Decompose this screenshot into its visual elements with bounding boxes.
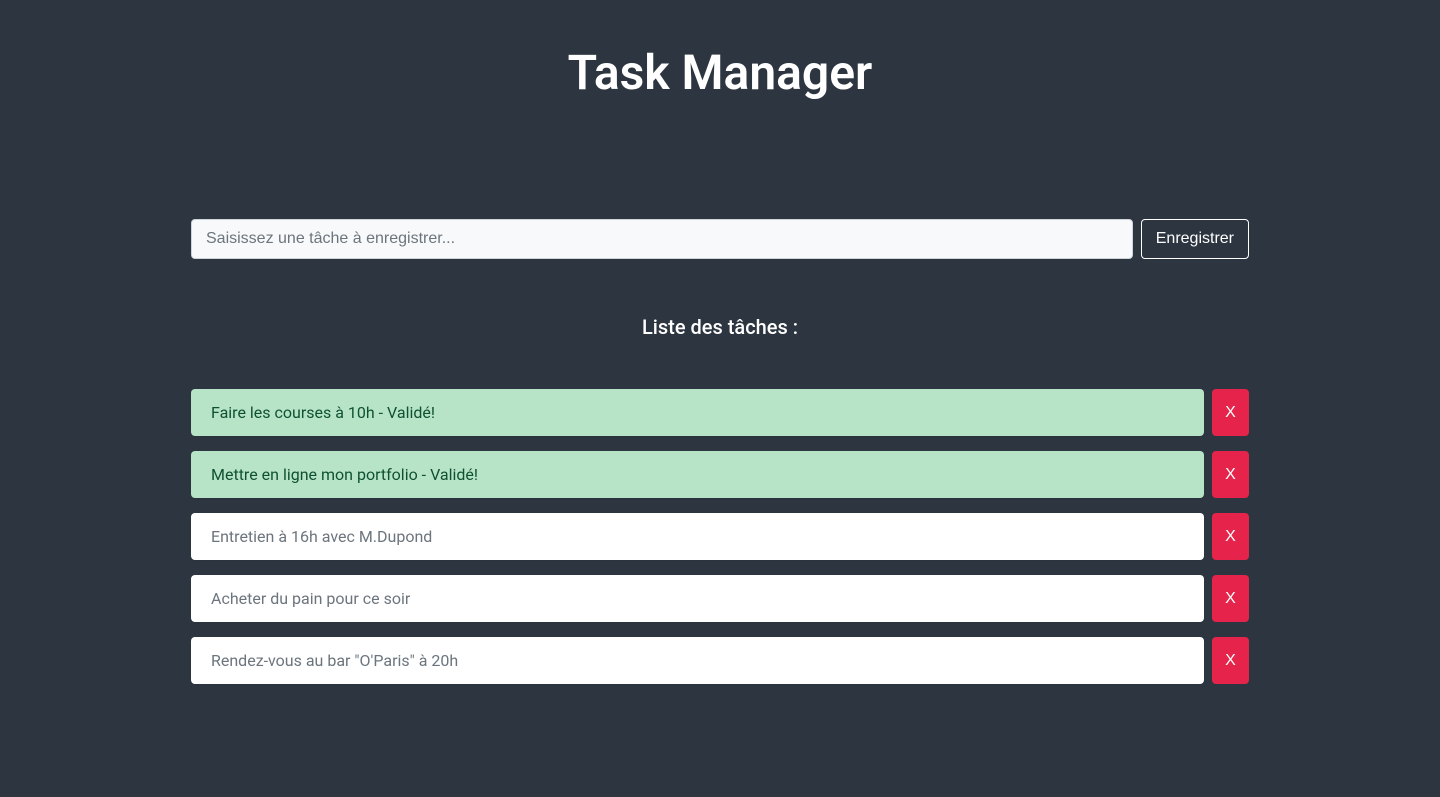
task-row: Rendez-vous au bar "O'Paris" à 20hX (191, 637, 1249, 684)
delete-button[interactable]: X (1212, 513, 1249, 560)
task-card[interactable]: Acheter du pain pour ce soir (191, 575, 1204, 622)
task-card[interactable]: Entretien à 16h avec M.Dupond (191, 513, 1204, 560)
delete-button[interactable]: X (1212, 575, 1249, 622)
task-row: Acheter du pain pour ce soirX (191, 575, 1249, 622)
save-button[interactable]: Enregistrer (1141, 219, 1249, 259)
task-row: Faire les courses à 10h - Validé!X (191, 389, 1249, 436)
task-input-row: Enregistrer (191, 219, 1249, 259)
task-card[interactable]: Rendez-vous au bar "O'Paris" à 20h (191, 637, 1204, 684)
delete-button[interactable]: X (1212, 389, 1249, 436)
task-list: Faire les courses à 10h - Validé!XMettre… (191, 389, 1249, 684)
task-list-heading: Liste des tâches : (191, 315, 1249, 339)
task-input[interactable] (191, 219, 1133, 259)
task-card[interactable]: Faire les courses à 10h - Validé! (191, 389, 1204, 436)
page-title: Task Manager (0, 0, 1440, 121)
task-row: Entretien à 16h avec M.DupondX (191, 513, 1249, 560)
task-row: Mettre en ligne mon portfolio - Validé!X (191, 451, 1249, 498)
task-card[interactable]: Mettre en ligne mon portfolio - Validé! (191, 451, 1204, 498)
delete-button[interactable]: X (1212, 637, 1249, 684)
delete-button[interactable]: X (1212, 451, 1249, 498)
